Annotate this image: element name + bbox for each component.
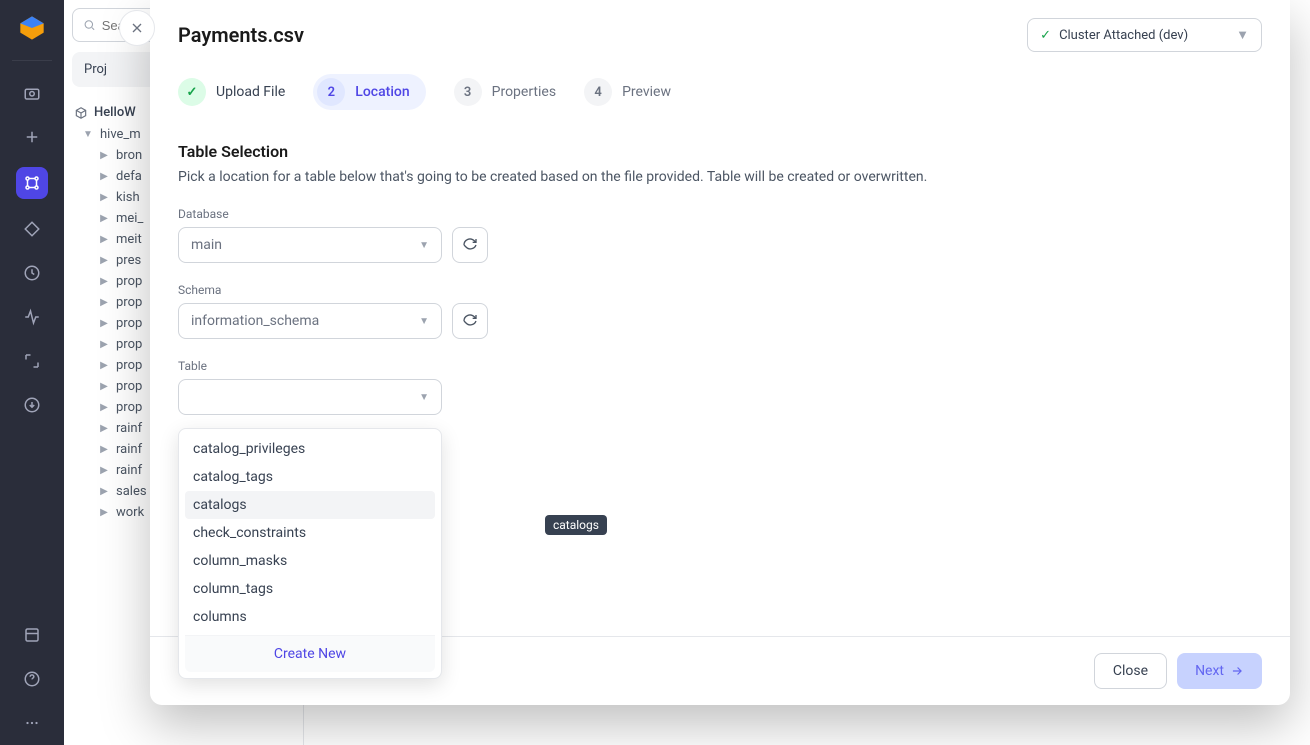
dropdown-option[interactable]: column_tags — [185, 575, 435, 603]
pipeline-icon[interactable] — [16, 167, 48, 199]
wizard-steps: ✓ Upload File 2 Location 3 Properties 4 … — [150, 52, 1290, 116]
check-icon: ✓ — [178, 78, 206, 106]
chevron-right-icon: ▶ — [98, 171, 110, 182]
step-location[interactable]: 2 Location — [313, 74, 425, 110]
project-name: HelloW — [94, 105, 136, 120]
table-dropdown: catalog_privilegescatalog_tagscatalogsch… — [178, 428, 442, 679]
chevron-right-icon: ▶ — [98, 465, 110, 476]
chevron-right-icon: ▶ — [98, 339, 110, 350]
tooltip: catalogs — [545, 515, 607, 535]
close-icon[interactable] — [119, 10, 155, 46]
schema-label: Schema — [178, 283, 1262, 297]
clock-icon[interactable] — [18, 259, 46, 287]
table-select[interactable]: ▼ — [178, 379, 442, 415]
check-icon: ✓ — [1040, 28, 1051, 43]
refresh-icon — [462, 237, 478, 253]
download-icon[interactable] — [18, 391, 46, 419]
dropdown-option[interactable]: catalog_tags — [185, 463, 435, 491]
dropdown-option[interactable]: check_constraints — [185, 519, 435, 547]
chevron-right-icon: ▶ — [98, 255, 110, 266]
chevron-right-icon: ▶ — [98, 234, 110, 245]
chevron-right-icon: ▶ — [98, 381, 110, 392]
table-label: Table — [178, 359, 1262, 373]
database-label: Database — [178, 207, 1262, 221]
chevron-right-icon: ▶ — [98, 402, 110, 413]
plus-icon[interactable] — [18, 123, 46, 151]
chevron-down-icon: ▼ — [419, 240, 429, 251]
arrow-right-icon — [1230, 664, 1244, 678]
refresh-database-button[interactable] — [452, 227, 488, 263]
section-title: Table Selection — [178, 142, 1262, 161]
chevron-right-icon: ▶ — [98, 507, 110, 518]
chevron-right-icon: ▶ — [98, 360, 110, 371]
dropdown-option[interactable]: catalogs — [185, 491, 435, 519]
expand-icon[interactable] — [18, 347, 46, 375]
help-icon[interactable] — [18, 665, 46, 693]
chevron-right-icon: ▶ — [98, 276, 110, 287]
archive-icon[interactable] — [18, 621, 46, 649]
upload-modal: Payments.csv ✓ Cluster Attached (dev) ▼ … — [150, 0, 1290, 705]
dropdown-option[interactable]: columns — [185, 603, 435, 631]
camera-icon[interactable] — [18, 79, 46, 107]
chevron-right-icon: ▶ — [98, 213, 110, 224]
section-description: Pick a location for a table below that's… — [178, 169, 1262, 185]
next-button[interactable]: Next — [1177, 653, 1262, 689]
chevron-right-icon: ▶ — [98, 444, 110, 455]
more-icon[interactable] — [18, 709, 46, 737]
dropdown-option[interactable]: column_masks — [185, 547, 435, 575]
chevron-down-icon: ▼ — [419, 316, 429, 327]
diamond-icon[interactable] — [18, 215, 46, 243]
chevron-down-icon: ▼ — [82, 129, 94, 140]
refresh-schema-button[interactable] — [452, 303, 488, 339]
left-nav-rail — [0, 0, 64, 745]
dropdown-option[interactable]: catalog_privileges — [185, 435, 435, 463]
modal-title: Payments.csv — [178, 23, 304, 47]
cube-icon — [74, 106, 88, 120]
activity-icon[interactable] — [18, 303, 46, 331]
refresh-icon — [462, 313, 478, 329]
schema-select[interactable]: information_schema ▼ — [178, 303, 442, 339]
create-new-option[interactable]: Create New — [185, 635, 435, 672]
chevron-right-icon: ▶ — [98, 423, 110, 434]
chevron-right-icon: ▶ — [98, 486, 110, 497]
cluster-selector[interactable]: ✓ Cluster Attached (dev) ▼ — [1027, 18, 1262, 52]
chevron-right-icon: ▶ — [98, 150, 110, 161]
cluster-label: Cluster Attached (dev) — [1059, 28, 1188, 43]
step-properties[interactable]: 3 Properties — [454, 74, 556, 110]
step-upload[interactable]: ✓ Upload File — [178, 74, 285, 110]
database-name: hive_m — [100, 127, 141, 142]
search-icon — [83, 18, 96, 32]
chevron-down-icon: ▼ — [419, 392, 429, 403]
chevron-right-icon: ▶ — [98, 318, 110, 329]
close-button[interactable]: Close — [1094, 653, 1167, 689]
chevron-right-icon: ▶ — [98, 297, 110, 308]
step-preview[interactable]: 4 Preview — [584, 74, 671, 110]
app-logo-icon — [18, 14, 46, 42]
chevron-right-icon: ▶ — [98, 192, 110, 203]
database-select[interactable]: main ▼ — [178, 227, 442, 263]
chevron-down-icon: ▼ — [1236, 27, 1249, 43]
